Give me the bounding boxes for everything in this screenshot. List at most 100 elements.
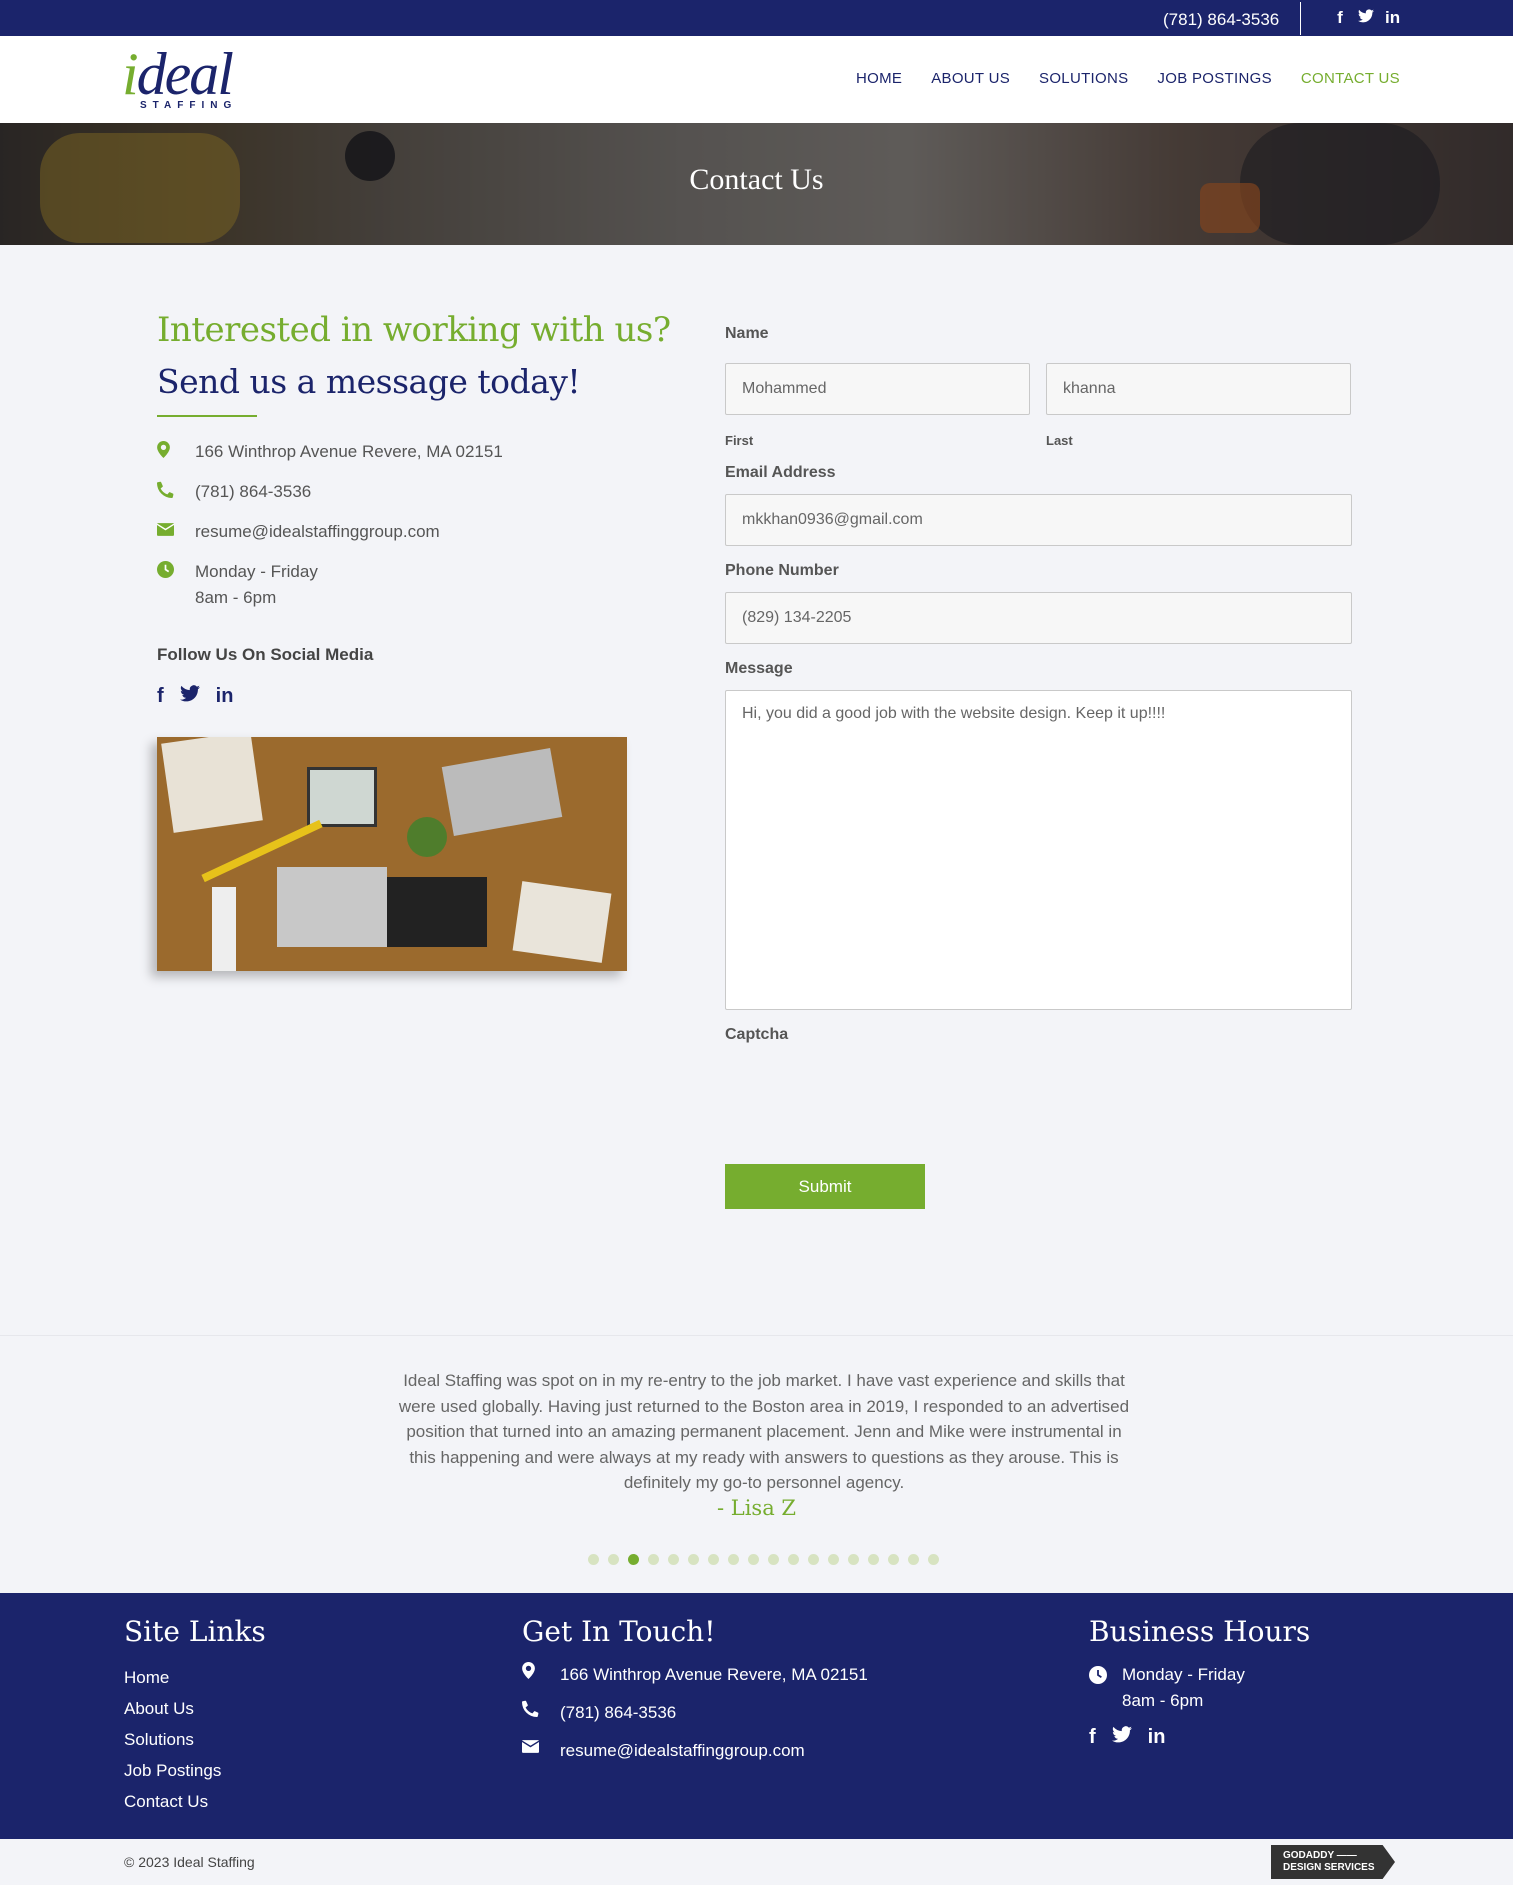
slider-dot[interactable] <box>588 1554 599 1565</box>
facebook-icon[interactable]: f <box>1333 8 1347 28</box>
email-text[interactable]: resume@idealstaffinggroup.com <box>195 519 440 545</box>
footer-business-hours: Business Hours Monday - Friday 8am - 6pm … <box>1089 1615 1310 1749</box>
slider-dot[interactable] <box>808 1554 819 1565</box>
phone-input[interactable]: (829) 134-2205 <box>725 592 1352 644</box>
footer-email-row: resume@idealstaffinggroup.com <box>521 1738 868 1764</box>
footer-link-job-postings[interactable]: Job Postings <box>124 1755 266 1786</box>
twitter-icon[interactable] <box>1111 1726 1132 1749</box>
footer-address-row: 166 Winthrop Avenue Revere, MA 02151 <box>522 1662 868 1688</box>
site-header: ideal STAFFING HOME ABOUT US SOLUTIONS J… <box>0 36 1513 123</box>
first-sublabel: First <box>725 433 754 448</box>
phone-icon <box>521 1700 560 1722</box>
contact-info: Interested in working with us? Send us a… <box>156 310 677 708</box>
testimonial-slider: Ideal Staffing was spot on in my re-entr… <box>0 1335 1513 1593</box>
facebook-icon[interactable]: f <box>157 685 164 708</box>
name-label: Name <box>725 325 769 342</box>
footer-site-links: Site Links Home About Us Solutions Job P… <box>124 1615 266 1817</box>
contact-form: Name Mohammed First khanna Last Email Ad… <box>725 325 1352 1209</box>
address-row: 166 Winthrop Avenue Revere, MA 02151 <box>157 439 677 465</box>
slider-dot[interactable] <box>828 1554 839 1565</box>
heading-underline <box>157 415 257 417</box>
twitter-icon[interactable] <box>179 685 200 708</box>
address-text: 166 Winthrop Avenue Revere, MA 02151 <box>195 442 503 461</box>
slider-dot[interactable] <box>928 1554 939 1565</box>
slider-dot[interactable] <box>708 1554 719 1565</box>
phone-icon <box>156 479 195 503</box>
topbar-divider <box>1300 2 1301 35</box>
map-pin-icon <box>157 439 195 463</box>
slider-dot[interactable] <box>888 1554 899 1565</box>
footer-link-home[interactable]: Home <box>124 1662 266 1693</box>
footer-link-contact-us[interactable]: Contact Us <box>124 1786 266 1817</box>
nav-about-us[interactable]: ABOUT US <box>931 70 1010 87</box>
topbar-social: f in <box>1333 8 1400 28</box>
follow-label: Follow Us On Social Media <box>157 645 374 664</box>
email-row: resume@idealstaffinggroup.com <box>156 519 677 545</box>
slider-dot[interactable] <box>768 1554 779 1565</box>
footer-social-icons: f in <box>1089 1726 1310 1749</box>
site-links-title: Site Links <box>124 1615 266 1648</box>
footer-link-about-us[interactable]: About Us <box>124 1693 266 1724</box>
footer-phone[interactable]: (781) 864-3536 <box>560 1700 676 1726</box>
footer-hours: Monday - Friday 8am - 6pm <box>1122 1665 1245 1710</box>
footer-phone-row: (781) 864-3536 <box>521 1700 868 1726</box>
hours-row: Monday - Friday 8am - 6pm <box>157 559 677 611</box>
footer-email[interactable]: resume@idealstaffinggroup.com <box>560 1738 805 1764</box>
message-label: Message <box>725 660 793 677</box>
nav-contact-us[interactable]: CONTACT US <box>1301 70 1400 87</box>
hours-text: Monday - Friday 8am - 6pm <box>195 562 318 607</box>
slider-dot[interactable] <box>608 1554 619 1565</box>
phone-row: (781) 864-3536 <box>156 479 677 505</box>
linkedin-icon[interactable]: in <box>1148 1726 1166 1749</box>
top-bar: (781) 864-3536 f in <box>0 0 1513 36</box>
captcha-label: Captcha <box>725 1026 789 1043</box>
slider-dot[interactable] <box>628 1554 639 1565</box>
last-name-input[interactable]: khanna <box>1046 363 1351 415</box>
slider-dot[interactable] <box>728 1554 739 1565</box>
facebook-icon[interactable]: f <box>1089 1726 1096 1749</box>
twitter-icon[interactable] <box>1358 8 1374 28</box>
nav-solutions[interactable]: SOLUTIONS <box>1039 70 1128 87</box>
first-name-input[interactable]: Mohammed <box>725 363 1030 415</box>
nav-job-postings[interactable]: JOB POSTINGS <box>1157 70 1271 87</box>
nav-home[interactable]: HOME <box>856 70 902 87</box>
email-label: Email Address <box>725 464 836 481</box>
copyright: © 2023 Ideal Staffing <box>124 1854 255 1870</box>
left-social-icons: f in <box>157 685 677 708</box>
last-sublabel: Last <box>1046 433 1073 448</box>
linkedin-icon[interactable]: in <box>216 685 234 708</box>
slider-dots <box>588 1554 939 1565</box>
logo-subtitle: STAFFING <box>140 100 238 111</box>
envelope-icon <box>521 1738 560 1758</box>
footer-link-solutions[interactable]: Solutions <box>124 1724 266 1755</box>
slider-dot[interactable] <box>908 1554 919 1565</box>
footer-get-in-touch: Get In Touch! 166 Winthrop Avenue Revere… <box>521 1615 868 1776</box>
slider-dot[interactable] <box>848 1554 859 1565</box>
name-fields: Mohammed First khanna Last <box>725 363 1352 448</box>
ideal-staffing-logo[interactable]: ideal STAFFING <box>122 41 252 118</box>
godaddy-badge[interactable]: GODADDY —— DESIGN SERVICES <box>1271 1845 1395 1879</box>
message-textarea[interactable]: Hi, you did a good job with the website … <box>725 690 1352 1010</box>
intro-subheading: Send us a message today! <box>157 362 581 401</box>
logo-wordmark: ideal <box>122 41 234 107</box>
topbar-phone[interactable]: (781) 864-3536 <box>1163 10 1279 30</box>
business-hours-title: Business Hours <box>1089 1615 1311 1648</box>
clock-icon <box>1089 1662 1122 1689</box>
clock-icon <box>157 559 195 583</box>
phone-label: Phone Number <box>725 562 839 579</box>
footer-address: 166 Winthrop Avenue Revere, MA 02151 <box>560 1665 868 1684</box>
testimonial-author: - Lisa Z <box>717 1496 796 1520</box>
intro-heading: Interested in working with us? <box>157 310 671 350</box>
map-pin-icon <box>522 1662 560 1684</box>
phone-text[interactable]: (781) 864-3536 <box>195 479 311 505</box>
linkedin-icon[interactable]: in <box>1385 8 1400 28</box>
slider-dot[interactable] <box>688 1554 699 1565</box>
slider-dot[interactable] <box>648 1554 659 1565</box>
slider-dot[interactable] <box>748 1554 759 1565</box>
slider-dot[interactable] <box>788 1554 799 1565</box>
email-input[interactable]: mkkhan0936@gmail.com <box>725 494 1352 546</box>
submit-button[interactable]: Submit <box>725 1164 925 1209</box>
slider-dot[interactable] <box>668 1554 679 1565</box>
slider-dot[interactable] <box>868 1554 879 1565</box>
page-title: Contact Us <box>689 163 824 196</box>
